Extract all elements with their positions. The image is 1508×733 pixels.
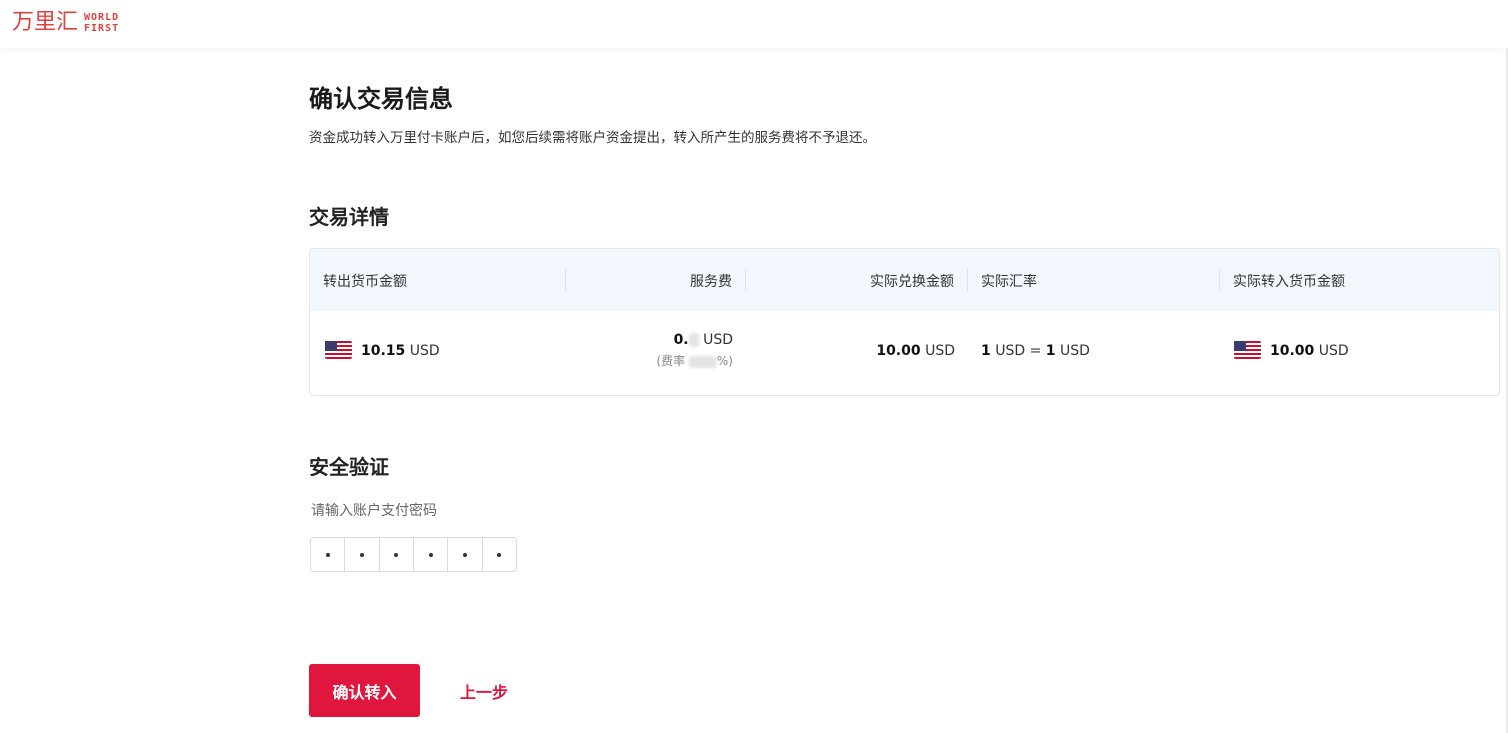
out-amount-cell: 10.15 USD [325,341,440,360]
transaction-details-table: 转出货币金额 服务费 实际兑换金额 实际汇率 实际转入货币金额 10.15 US… [309,248,1500,396]
logo-en-text: WORLD FIRST [84,12,119,34]
col-out-amount: 转出货币金额 [323,274,407,290]
column-divider [565,269,566,291]
fee-rate-prefix: (费率 [656,354,686,368]
password-dot [325,552,330,557]
fee-amount-redacted [688,333,699,347]
password-dot [359,552,364,557]
table-row: 10.15 USD 0. USD (费率 %) 10.00 USD 1 USD [310,311,1499,395]
fee-amount-value: 0. [673,332,689,348]
exchange-amount-cell: 10.00 USD [876,343,955,359]
password-label: 请输入账户支付密码 [311,503,437,519]
column-divider [967,269,968,291]
password-digit[interactable] [414,538,449,571]
logo-en-line1: WORLD [84,12,120,23]
in-amount-value: 10.00 [1270,343,1315,359]
confirm-transfer-button[interactable]: 确认转入 [309,664,420,717]
payment-password-input[interactable] [310,537,517,572]
column-divider [745,269,746,291]
rate-from-value: 1 [981,343,991,359]
password-digit[interactable] [483,538,516,571]
col-in-amount: 实际转入货币金额 [1233,274,1345,290]
out-amount-value: 10.15 [361,343,406,359]
password-dot [497,552,502,557]
refund-notice: 资金成功转入万里付卡账户后，如您后续需将账户资金提出，转入所产生的服务费将不予退… [309,130,876,146]
page-title: 确认交易信息 [309,85,453,113]
password-dot [462,552,467,557]
password-digit[interactable] [380,538,414,571]
password-dot [428,552,433,557]
fee-rate-redacted [688,355,717,368]
fee-currency: USD [703,332,733,348]
password-digit[interactable] [345,538,380,571]
us-flag-icon [1234,341,1261,359]
security-verification-title: 安全验证 [309,455,389,479]
rate-to-currency: USD [1059,343,1090,359]
logo-cn-text: 万里汇 [12,10,79,35]
rate-to-value: 1 [1045,343,1056,359]
service-fee-cell: 0. USD (费率 %) [656,332,733,369]
rate-equals: = [1029,343,1042,359]
worldfirst-logo[interactable]: 万里汇 WORLD FIRST [12,9,119,37]
password-dot [394,552,399,557]
fee-rate-suffix: %) [716,354,733,368]
logo-en-line2: FIRST [84,23,120,34]
col-service-fee: 服务费 [690,274,732,290]
us-flag-icon [325,341,352,359]
out-amount-currency: USD [409,343,440,359]
exchange-rate-cell: 1 USD = 1 USD [981,343,1090,359]
top-bar: 万里汇 WORLD FIRST [0,0,1508,48]
in-amount-currency: USD [1318,343,1349,359]
col-exchange-amount: 实际兑换金额 [870,274,954,290]
password-digit[interactable] [448,538,483,571]
rate-from-currency: USD [995,343,1026,359]
exchange-amount-currency: USD [925,343,955,359]
table-header: 转出货币金额 服务费 实际兑换金额 实际汇率 实际转入货币金额 [310,249,1499,311]
in-amount-cell: 10.00 USD [1234,341,1349,360]
transaction-details-title: 交易详情 [309,205,389,229]
col-exchange-rate: 实际汇率 [981,274,1037,290]
column-divider [1219,269,1220,291]
previous-step-link[interactable]: 上一步 [460,679,508,703]
password-digit[interactable] [311,538,346,571]
exchange-amount-value: 10.00 [876,343,921,359]
